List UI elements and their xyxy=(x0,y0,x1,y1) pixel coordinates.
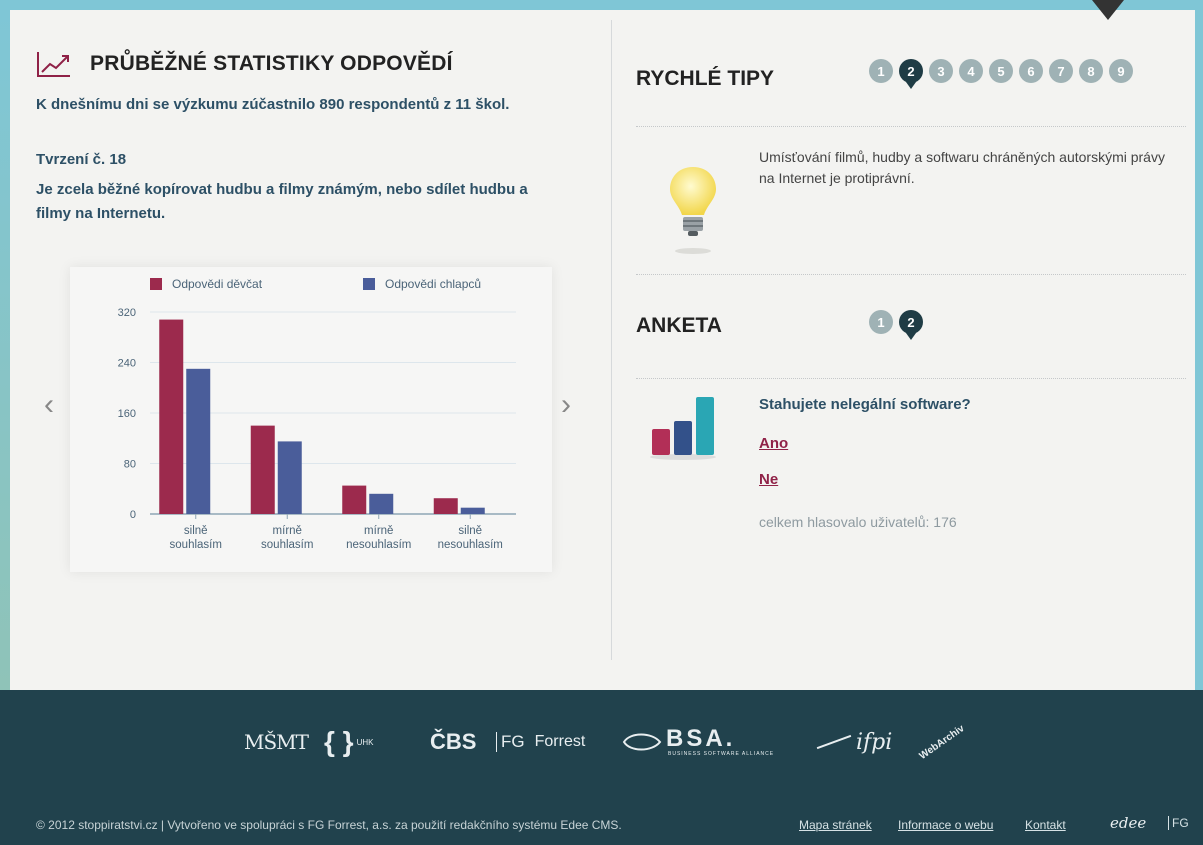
tips-page-8[interactable]: 8 xyxy=(1079,59,1103,83)
ifpi-swoosh-icon xyxy=(816,734,852,750)
x-tick-label: souhlasím xyxy=(261,539,313,551)
legend-swatch xyxy=(363,278,375,290)
ifpi-logo-text: ifpi xyxy=(856,729,893,755)
poll-pager: 12 xyxy=(869,310,923,340)
footer-link-sitemap[interactable]: Mapa stránek xyxy=(799,818,872,832)
poll-option-no[interactable]: Ne xyxy=(759,471,778,488)
trend-chart-icon xyxy=(37,52,70,77)
x-tick-label: nesouhlasím xyxy=(346,539,411,551)
bar xyxy=(159,319,184,514)
cbs-logo-text: ČBS xyxy=(430,729,477,754)
poll-page-2[interactable]: 2 xyxy=(899,310,923,340)
column-divider xyxy=(611,20,612,660)
bsa-logo-text: BSA. xyxy=(666,725,736,752)
poll-option-yes[interactable]: Ano xyxy=(759,435,788,452)
bar xyxy=(433,498,458,514)
separator xyxy=(636,274,1186,275)
poll-title: ANKETA xyxy=(636,314,722,337)
y-tick-label: 0 xyxy=(130,509,136,521)
x-tick-label: silně xyxy=(458,525,482,537)
bar xyxy=(250,425,275,514)
poll-question: Stahujete nelegální software? xyxy=(759,396,971,413)
bsa-logo-subtext: BUSINESS SOFTWARE ALLIANCE xyxy=(668,751,775,757)
claim-label: Tvrzení č. 18 xyxy=(36,151,127,168)
bar xyxy=(342,485,367,514)
copyright-text: © 2012 stoppiratstvi.cz | Vytvořeno ve s… xyxy=(36,818,622,832)
chart-next-arrow[interactable]: › xyxy=(561,388,571,422)
uhk-logo-text: UHK xyxy=(356,737,374,747)
tips-page-9[interactable]: 9 xyxy=(1109,59,1133,83)
stats-subtitle: K dnešnímu dni se výzkumu zúčastnilo 890… xyxy=(36,96,510,113)
msmt-logo[interactable]: MŠMT xyxy=(244,722,309,762)
stats-title: PRŮBĚŽNÉ STATISTIKY ODPOVĚDÍ xyxy=(90,52,453,75)
tips-page-2[interactable]: 2 xyxy=(899,59,923,89)
fg-forrest-logo[interactable]: FG Forrest xyxy=(496,722,585,762)
tips-page-7[interactable]: 7 xyxy=(1049,59,1073,83)
x-tick-label: nesouhlasím xyxy=(438,539,503,551)
bar xyxy=(277,441,302,514)
bar xyxy=(460,507,485,514)
x-tick-label: souhlasím xyxy=(170,539,222,551)
tips-pager: 123456789 xyxy=(869,59,1133,89)
separator xyxy=(636,378,1186,379)
y-tick-label: 80 xyxy=(124,459,136,471)
corner-tab xyxy=(1092,0,1124,20)
footer-link-about[interactable]: Informace o webu xyxy=(898,818,993,832)
lightbulb-icon xyxy=(670,167,716,254)
forrest-logo-text: Forrest xyxy=(534,733,586,750)
poll-page-1[interactable]: 1 xyxy=(869,310,893,334)
braces-icon: { } xyxy=(324,726,354,757)
claim-text: Je zcela běžné kopírovat hudbu a filmy z… xyxy=(36,181,528,222)
ifpi-logo[interactable]: ifpi xyxy=(816,722,892,762)
bar-chart: 0 80 160 240 320 Odpovědi děvčat Odpovědi chla… xyxy=(118,277,516,551)
bar xyxy=(186,368,211,514)
x-tick-label: mírně xyxy=(273,525,302,537)
separator xyxy=(636,126,1186,127)
bar xyxy=(369,493,394,514)
tips-page-1[interactable]: 1 xyxy=(869,59,893,83)
msmt-logo-text: MŠMT xyxy=(244,730,309,754)
poll-chart-icon xyxy=(650,397,716,460)
right-border xyxy=(1195,10,1203,690)
tips-page-3[interactable]: 3 xyxy=(929,59,953,83)
chart-prev-arrow[interactable]: ‹ xyxy=(44,388,54,422)
tips-page-5[interactable]: 5 xyxy=(989,59,1013,83)
tips-page-6[interactable]: 6 xyxy=(1019,59,1043,83)
webarchiv-logo[interactable]: WebArchiv xyxy=(916,722,968,762)
legend-label: Odpovědi děvčat xyxy=(172,277,263,291)
edee-logo[interactable]: edee xyxy=(1110,814,1146,832)
footer-link-contact[interactable]: Kontakt xyxy=(1025,818,1066,832)
legend-label: Odpovědi chlapců xyxy=(385,277,481,291)
webarchiv-logo-text: WebArchiv xyxy=(917,722,967,762)
y-tick-label: 160 xyxy=(118,408,136,420)
poll-total: celkem hlasovalo uživatelů: 176 xyxy=(759,514,957,530)
y-tick-label: 320 xyxy=(118,307,136,319)
legend-swatch xyxy=(150,278,162,290)
tip-text: Umísťování filmů, hudby a softwaru chrán… xyxy=(759,149,1165,186)
cbs-logo[interactable]: ČBS xyxy=(430,722,476,762)
x-tick-label: silně xyxy=(184,525,208,537)
x-tick-label: mírně xyxy=(364,525,393,537)
y-tick-label: 240 xyxy=(118,358,136,370)
uhk-logo[interactable]: { } UHK xyxy=(324,722,373,762)
tips-title: RYCHLÉ TIPY xyxy=(636,67,775,90)
tips-page-4[interactable]: 4 xyxy=(959,59,983,83)
top-border xyxy=(0,0,1203,10)
fg-small-logo[interactable]: FG xyxy=(1168,816,1189,830)
fg-logo-mark: FG xyxy=(496,732,529,752)
left-border xyxy=(0,10,10,690)
bsa-swirl-icon xyxy=(622,733,662,751)
